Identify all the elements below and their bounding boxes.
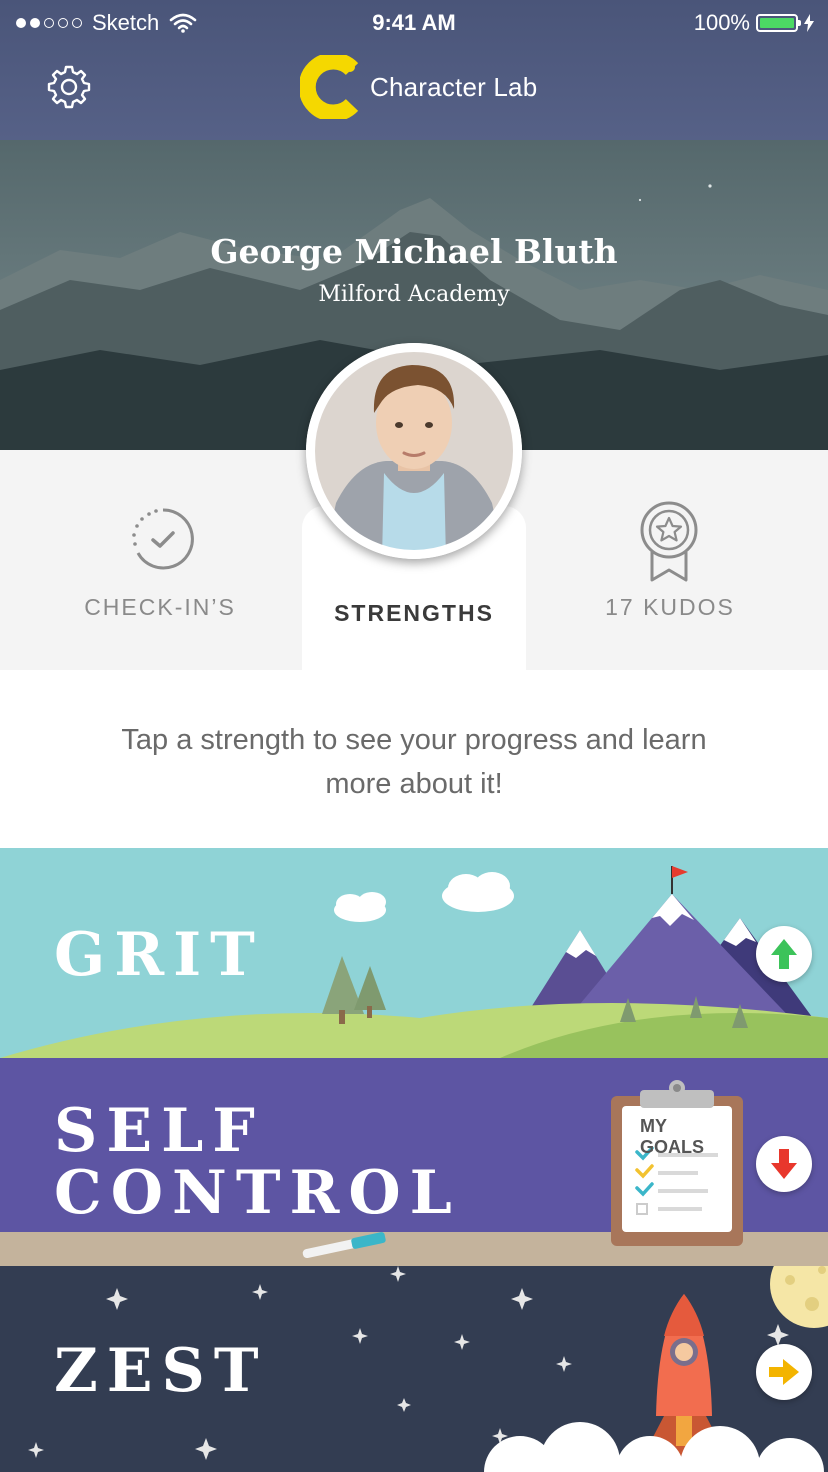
- strength-card-self-control[interactable]: MY GOALS SELF CONTROL: [0, 1058, 828, 1266]
- character-lab-logo-icon: [300, 55, 359, 119]
- avatar[interactable]: [306, 343, 522, 559]
- battery-icon: [756, 14, 801, 32]
- strength-title-line-2: CONTROL: [54, 1158, 461, 1228]
- strength-title-grit: GRIT: [54, 920, 264, 990]
- school-name: Milford Academy: [318, 282, 510, 307]
- trend-down-button[interactable]: [756, 1136, 812, 1192]
- tab-kudos-label: 17 KUDOS: [605, 594, 735, 620]
- strength-card-grit[interactable]: GRIT: [0, 848, 828, 1058]
- trend-up-button[interactable]: [756, 926, 812, 982]
- strength-title-zest: ZEST: [54, 1336, 268, 1406]
- clipboard-heading: MY GOALS: [640, 1116, 705, 1157]
- arrow-up-icon: [771, 939, 797, 969]
- battery-status: 100%: [694, 10, 814, 36]
- charging-bolt-icon: [804, 14, 814, 32]
- battery-percent: 100%: [693, 10, 750, 35]
- brand-name: Character Lab: [370, 71, 538, 102]
- trend-neutral-button[interactable]: [756, 1344, 812, 1400]
- strength-title-line-1: SELF: [54, 1096, 264, 1166]
- strengths-instructions: Tap a strength to see your progress and …: [121, 724, 707, 800]
- arrow-right-icon: [769, 1359, 799, 1385]
- strength-card-zest[interactable]: ZEST: [0, 1266, 828, 1472]
- arrow-down-icon: [771, 1149, 797, 1179]
- tab-strengths-label: STRENGTHS: [334, 600, 494, 626]
- strength-title-self-control: SELF CONTROL: [54, 1100, 461, 1224]
- status-bar: Sketch 9:41 AM 100%: [0, 0, 828, 46]
- brand-logo: Character Lab: [300, 54, 537, 120]
- tab-checkins-label: CHECK-IN’S: [84, 594, 236, 620]
- gear-icon[interactable]: [46, 64, 92, 110]
- profile-photo: [306, 343, 522, 559]
- award-ribbon-icon: [640, 501, 698, 582]
- check-circle-icon: [132, 508, 194, 570]
- student-name: George Michael Bluth: [210, 232, 618, 271]
